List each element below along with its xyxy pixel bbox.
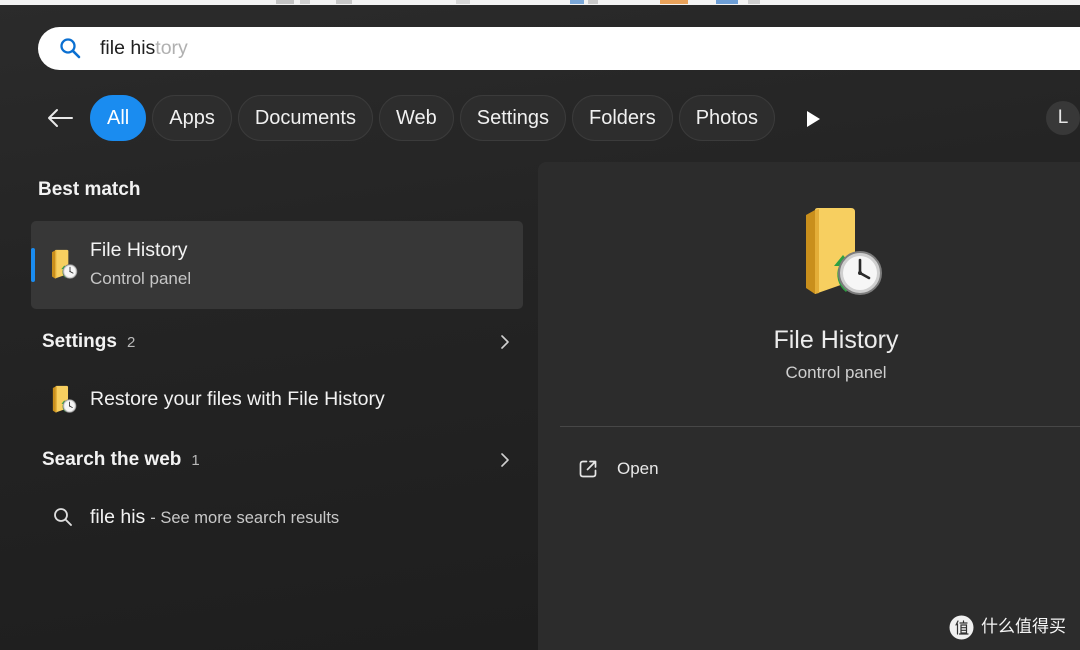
web-result-query: file his <box>90 506 146 528</box>
watermark: 什么值得买 <box>949 614 1066 640</box>
search-icon <box>59 37 81 59</box>
best-match-heading: Best match <box>38 179 141 200</box>
settings-group-title: Settings 2 <box>42 330 135 355</box>
open-external-icon <box>578 459 598 479</box>
windows-search-panel: file history All Apps Documents Web Sett… <box>0 0 1080 650</box>
filter-chip-settings[interactable]: Settings <box>459 95 567 141</box>
best-match-subtitle: Control panel <box>90 269 192 288</box>
web-result-item[interactable]: file his - See more search results <box>31 497 523 537</box>
web-group-title: Search the web 1 <box>42 448 200 473</box>
settings-group-label: Settings <box>42 331 117 352</box>
file-history-icon <box>51 385 77 414</box>
preview-divider <box>560 426 1080 427</box>
chevron-right-icon[interactable] <box>500 452 510 468</box>
avatar[interactable]: L <box>1046 101 1080 135</box>
play-icon <box>806 111 820 127</box>
more-filters-button[interactable] <box>800 106 826 132</box>
filter-chip-folders[interactable]: Folders <box>572 95 673 141</box>
file-history-icon <box>800 206 884 298</box>
filter-chips: All Apps Documents Web Settings Folders … <box>90 95 775 141</box>
settings-group-header[interactable]: Settings 2 <box>31 322 523 362</box>
back-arrow-icon <box>46 107 74 129</box>
filter-chip-all[interactable]: All <box>90 95 147 141</box>
search-autocomplete-suggestion: tory <box>155 37 188 59</box>
web-group-count: 1 <box>191 452 200 469</box>
best-match-title: File History <box>90 239 188 261</box>
search-icon <box>53 507 73 527</box>
preview-pane: File History Control panel Open <box>538 162 1080 650</box>
watermark-logo-icon <box>949 615 974 640</box>
chevron-right-icon[interactable] <box>500 334 510 350</box>
search-box[interactable]: file history <box>38 27 1080 70</box>
search-input[interactable]: file history <box>100 27 188 70</box>
file-history-icon <box>50 249 78 280</box>
back-button[interactable] <box>44 105 76 131</box>
selection-indicator <box>31 248 35 282</box>
filter-chip-documents[interactable]: Documents <box>237 95 373 141</box>
settings-group-count: 2 <box>126 334 136 351</box>
preview-subtitle: Control panel <box>785 363 887 382</box>
search-query-text: file his <box>100 37 156 59</box>
open-action-label: Open <box>617 459 659 478</box>
web-result-suffix: - See more search results <box>150 509 340 527</box>
filter-chip-photos[interactable]: Photos <box>678 95 775 141</box>
filter-chip-apps[interactable]: Apps <box>152 95 232 141</box>
web-group-header[interactable]: Search the web 1 <box>31 440 523 480</box>
settings-result-title: Restore your files with File History <box>90 388 385 410</box>
settings-result-item[interactable]: Restore your files with File History <box>31 379 523 419</box>
preview-title: File History <box>773 326 899 354</box>
filter-chip-web[interactable]: Web <box>378 95 454 141</box>
best-match-item[interactable]: File History Control panel <box>31 221 523 309</box>
watermark-text: 什么值得买 <box>981 617 1066 636</box>
web-result-text: file his - See more search results <box>90 504 339 531</box>
open-action-button[interactable]: Open <box>568 449 768 489</box>
web-group-label: Search the web <box>42 449 182 470</box>
background-window-edge <box>0 0 1080 5</box>
